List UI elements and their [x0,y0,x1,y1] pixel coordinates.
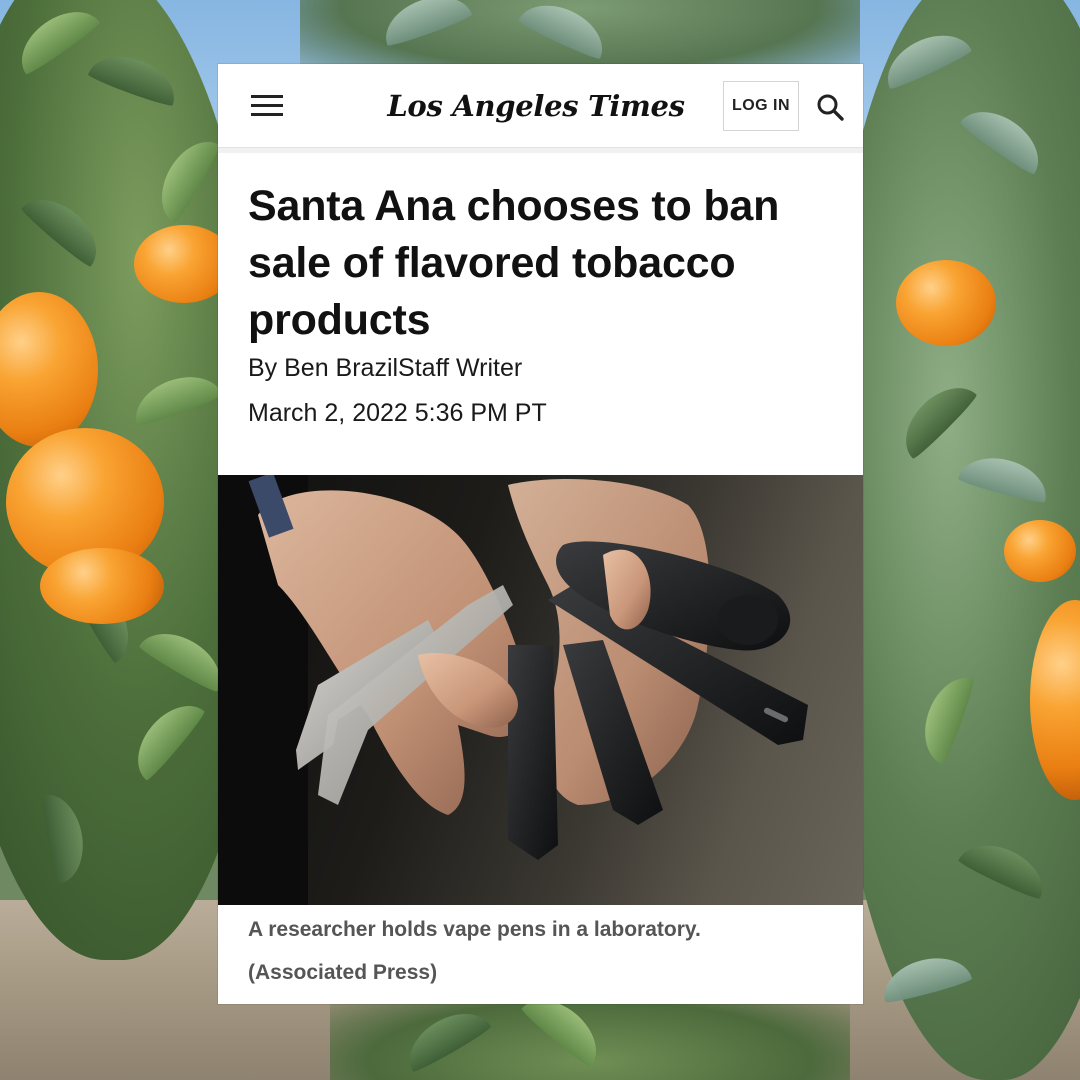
article-photo [218,475,863,905]
site-logo[interactable]: Los Angeles Times [386,84,686,128]
site-header: Los Angeles Times LOG IN [218,64,863,148]
hamburger-menu-icon [251,95,283,98]
article-card: Los Angeles Times LOG IN Santa Ana choos… [218,64,863,1004]
photo-credit: (Associated Press) [248,961,438,984]
photo-caption: A researcher holds vape pens in a labora… [248,918,701,941]
hamburger-menu-icon-line [251,113,283,116]
orange-fruit [1004,520,1076,582]
article-date: March 2, 2022 5:36 PM PT [248,399,547,427]
search-button[interactable] [815,92,847,124]
article-headline: Santa Ana chooses to ban sale of flavore… [248,182,780,344]
vape-pens-photo-illustration [218,475,808,905]
hamburger-menu-icon-line [251,104,283,107]
article-byline: By Ben BrazilStaff Writer [248,354,523,382]
orange-fruit [40,548,164,624]
orange-fruit [896,260,996,346]
header-divider [218,148,863,153]
menu-button[interactable] [248,92,286,120]
login-button[interactable]: LOG IN [723,81,799,131]
search-icon [817,94,844,121]
